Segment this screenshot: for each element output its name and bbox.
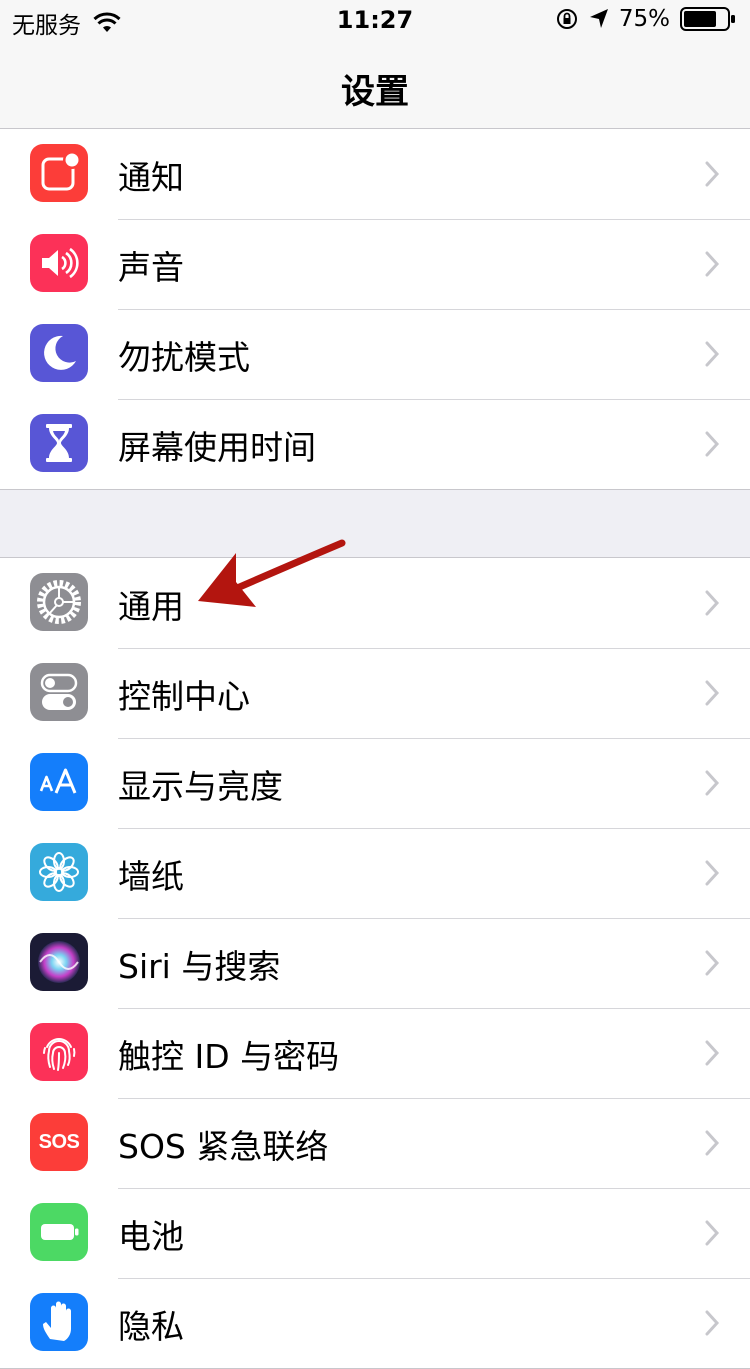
- settings-row-label: 屏幕使用时间: [118, 428, 316, 467]
- settings-row-label: 隐私: [118, 1307, 184, 1346]
- notifications-icon: [30, 144, 88, 202]
- settings-group-1: 通知 声音 勿扰模式 屏幕使用时间: [0, 128, 750, 490]
- settings-row-privacy[interactable]: 隐私: [0, 1278, 750, 1368]
- settings-row-label: 通用: [118, 587, 184, 626]
- settings-row-screen-time[interactable]: 屏幕使用时间: [0, 399, 750, 489]
- settings-row-label: Siri 与搜索: [118, 947, 281, 986]
- settings-row-label: 触控 ID 与密码: [118, 1037, 340, 1076]
- page-title: 设置: [341, 72, 409, 112]
- chevron-right-icon: [705, 950, 720, 976]
- location-icon: [589, 9, 608, 28]
- settings-row-display[interactable]: 显示与亮度: [0, 738, 750, 828]
- battery-status-icon: [680, 7, 735, 31]
- settings-row-notifications[interactable]: 通知: [0, 129, 750, 219]
- settings-row-siri[interactable]: Siri 与搜索: [0, 918, 750, 1008]
- settings-row-wallpaper[interactable]: 墙纸: [0, 828, 750, 918]
- settings-row-label: 声音: [118, 248, 184, 287]
- settings-row-label: 通知: [118, 158, 184, 197]
- gear-icon: [30, 573, 88, 631]
- fingerprint-icon: [30, 1023, 88, 1081]
- settings-row-battery[interactable]: 电池: [0, 1188, 750, 1278]
- hourglass-icon: [30, 414, 88, 472]
- battery-percent: 75%: [618, 6, 670, 32]
- hand-icon: [30, 1293, 88, 1351]
- settings-row-label: 勿扰模式: [118, 338, 250, 377]
- orientation-lock-icon: [556, 9, 577, 29]
- toggles-icon: [30, 663, 88, 721]
- settings-row-emergency-sos[interactable]: SOS SOS 紧急联络: [0, 1098, 750, 1188]
- settings-row-general[interactable]: 通用: [0, 558, 750, 648]
- chevron-right-icon: [705, 1310, 720, 1336]
- chevron-right-icon: [705, 1040, 720, 1066]
- settings-row-control-center[interactable]: 控制中心: [0, 648, 750, 738]
- chevron-right-icon: [705, 1130, 720, 1156]
- settings-row-label: 控制中心: [118, 677, 250, 716]
- settings-row-do-not-disturb[interactable]: 勿扰模式: [0, 309, 750, 399]
- chevron-right-icon: [705, 341, 720, 367]
- settings-row-sounds[interactable]: 声音: [0, 219, 750, 309]
- flower-icon: [30, 843, 88, 901]
- settings-row-label: 显示与亮度: [118, 767, 283, 806]
- chevron-right-icon: [705, 1220, 720, 1246]
- settings-row-label: 墙纸: [118, 857, 184, 896]
- chevron-right-icon: [705, 431, 720, 457]
- siri-icon: [30, 933, 88, 991]
- chevron-right-icon: [705, 590, 720, 616]
- settings-row-touch-id[interactable]: 触控 ID 与密码: [0, 1008, 750, 1098]
- battery-icon: [30, 1203, 88, 1261]
- settings-row-label: 电池: [118, 1217, 184, 1256]
- chevron-right-icon: [705, 251, 720, 277]
- text-size-icon: [30, 753, 88, 811]
- chevron-right-icon: [705, 770, 720, 796]
- sounds-icon: [30, 234, 88, 292]
- chevron-right-icon: [705, 860, 720, 886]
- chevron-right-icon: [705, 161, 720, 187]
- settings-group-2: 通用 控制中心 显示与亮度 墙纸 Siri 与搜索 触控 ID 与密码 SOS …: [0, 557, 750, 1369]
- sos-icon: SOS: [30, 1113, 88, 1171]
- status-bar: 无服务 11:27 75%: [0, 0, 750, 40]
- chevron-right-icon: [705, 680, 720, 706]
- navigation-bar: 设置: [0, 40, 750, 129]
- settings-row-label: SOS 紧急联络: [118, 1127, 329, 1166]
- sos-icon-text: SOS: [38, 1130, 80, 1153]
- moon-icon: [30, 324, 88, 382]
